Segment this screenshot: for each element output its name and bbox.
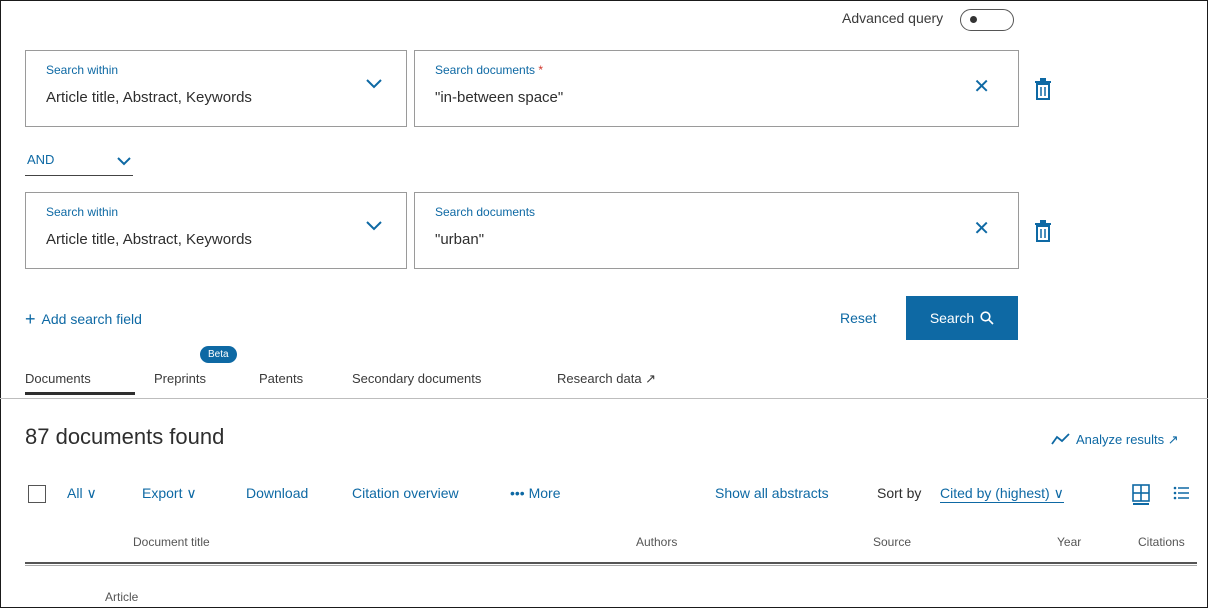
clear-icon[interactable]: ✕	[973, 77, 990, 97]
active-tab-indicator	[25, 392, 135, 395]
search-documents-label: Search documents	[435, 205, 536, 219]
search-within-label: Search within	[46, 205, 119, 219]
select-all-dropdown[interactable]: All ∨	[67, 485, 97, 502]
advanced-query-label: Advanced query	[842, 10, 944, 26]
advanced-query-toggle[interactable]	[960, 9, 1014, 31]
search-within-label: Search within	[46, 63, 119, 77]
search-within-value: Article title, Abstract, Keywords	[46, 89, 252, 106]
beta-badge: Beta	[200, 346, 237, 363]
tab-preprints[interactable]: Preprints	[154, 371, 206, 386]
tabs-divider	[0, 398, 1208, 399]
search-documents-value: "urban"	[435, 231, 485, 248]
add-search-field-link[interactable]: + Add search field	[25, 308, 142, 329]
sort-by-label: Sort by	[877, 485, 922, 501]
column-document-title[interactable]: Document title	[133, 535, 210, 549]
search-documents-field-1[interactable]: Search documents * "in-between space" ✕	[414, 50, 1019, 127]
chevron-down-icon	[366, 221, 382, 231]
tab-documents[interactable]: Documents	[25, 371, 91, 386]
chevron-down-icon	[117, 157, 131, 166]
more-menu-button[interactable]: ••• More	[510, 485, 561, 501]
column-authors[interactable]: Authors	[636, 535, 677, 549]
tab-patents[interactable]: Patents	[259, 371, 303, 386]
column-source[interactable]: Source	[873, 535, 911, 549]
analyze-results-link[interactable]: Analyze results ↗	[1050, 432, 1179, 448]
trend-line-icon	[1051, 433, 1070, 445]
select-all-checkbox[interactable]	[28, 485, 46, 503]
plus-icon: +	[25, 309, 36, 329]
column-citations[interactable]: Citations	[1138, 535, 1185, 549]
chevron-down-icon	[366, 79, 382, 89]
header-rule	[25, 562, 1197, 564]
header-rule-secondary	[25, 565, 1197, 566]
sort-by-select[interactable]: Cited by (highest) ∨	[940, 485, 1064, 503]
search-button[interactable]: Search	[906, 296, 1018, 340]
grid-view-icon[interactable]	[1132, 484, 1150, 502]
export-dropdown[interactable]: Export ∨	[142, 485, 197, 502]
toggle-knob	[970, 16, 977, 23]
operator-label: AND	[27, 152, 55, 167]
reset-link[interactable]: Reset	[840, 310, 877, 326]
boolean-operator-select[interactable]: AND	[25, 148, 133, 176]
grid-view-active-indicator	[1133, 503, 1149, 505]
results-count: 87 documents found	[25, 424, 225, 449]
search-icon	[980, 311, 994, 325]
citation-overview-button[interactable]: Citation overview	[352, 485, 459, 501]
trash-icon[interactable]	[1034, 220, 1052, 242]
tab-research-data[interactable]: Research data ↗	[557, 371, 656, 387]
search-documents-field-2[interactable]: Search documents "urban" ✕	[414, 192, 1019, 269]
list-view-icon[interactable]	[1173, 485, 1189, 501]
search-within-select-1[interactable]: Search within Article title, Abstract, K…	[25, 50, 407, 127]
search-documents-value: "in-between space"	[435, 89, 564, 106]
tab-secondary-documents[interactable]: Secondary documents	[352, 371, 481, 386]
show-all-abstracts-button[interactable]: Show all abstracts	[715, 485, 829, 501]
download-button[interactable]: Download	[246, 485, 308, 501]
document-type-label: Article	[105, 590, 139, 604]
search-within-select-2[interactable]: Search within Article title, Abstract, K…	[25, 192, 407, 269]
column-year[interactable]: Year	[1057, 535, 1081, 549]
search-within-value: Article title, Abstract, Keywords	[46, 231, 252, 248]
clear-icon[interactable]: ✕	[973, 219, 990, 239]
trash-icon[interactable]	[1034, 78, 1052, 100]
search-documents-label: Search documents *	[435, 63, 544, 77]
